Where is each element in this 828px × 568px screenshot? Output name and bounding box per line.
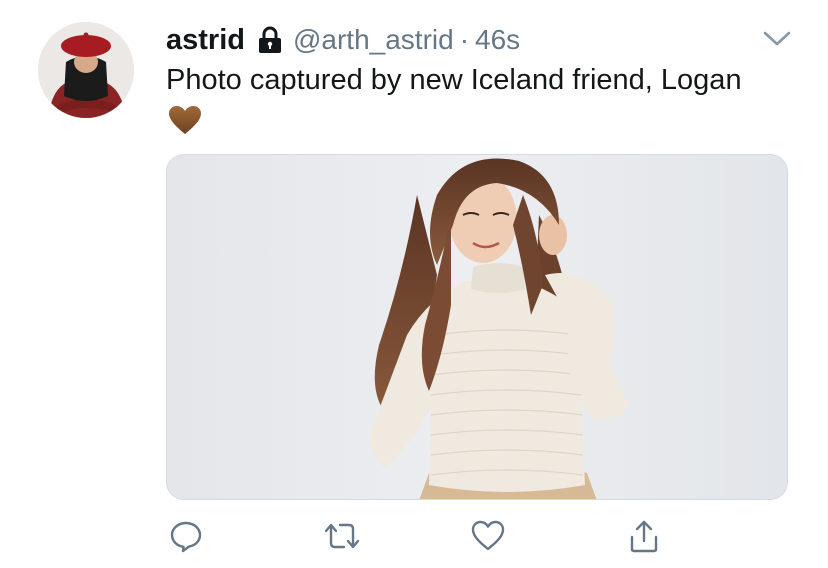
tweet-body: Photo captured by new Iceland friend, Lo… [166, 64, 742, 96]
share-icon [630, 520, 658, 553]
tweet-text: Photo captured by new Iceland friend, Lo… [166, 60, 766, 147]
timestamp[interactable]: 46s [475, 24, 520, 56]
retweet-icon [324, 523, 360, 549]
tweet-photo[interactable] [166, 154, 788, 500]
tweet-action-bar [0, 516, 828, 558]
tweet-header: astrid @arth_astrid · 46s [166, 20, 520, 60]
reply-button[interactable] [166, 516, 206, 556]
retweet-button[interactable] [322, 516, 362, 556]
brown-heart-emoji [168, 105, 202, 147]
user-handle[interactable]: @arth_astrid [293, 24, 454, 56]
chevron-down-icon[interactable] [760, 26, 794, 50]
separator-dot: · [459, 24, 470, 55]
share-button[interactable] [624, 516, 664, 556]
heart-icon [471, 520, 505, 551]
reply-icon [170, 521, 202, 553]
display-name[interactable]: astrid [166, 24, 245, 57]
avatar-image [38, 22, 134, 118]
lock-icon [257, 26, 283, 54]
photo-image [167, 155, 787, 499]
like-button[interactable] [468, 516, 508, 556]
profile-avatar[interactable] [38, 22, 134, 118]
